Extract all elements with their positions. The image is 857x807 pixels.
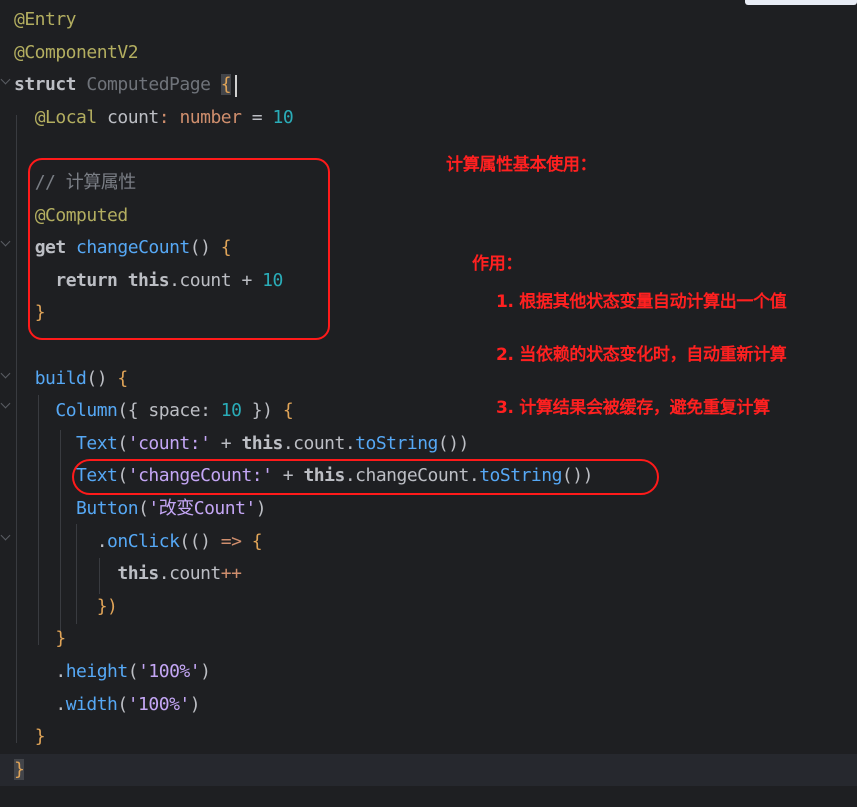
code-token: ComputedPage [86,74,221,96]
code-line[interactable]: this.count++ [14,558,242,590]
annotation-point-2: 2. 当依赖的状态变化时，自动重新计算 [496,345,787,365]
code-token: ()) [437,432,470,454]
annotation-point-3: 3. 计算结果会被缓存，避免重复计算 [496,398,770,418]
code-token: ++ [220,563,242,585]
code-token: ( [117,693,128,715]
code-token: => [220,530,252,552]
text-cursor [235,75,237,97]
code-token: ) [255,498,267,519]
code-token: { [251,530,263,552]
code-token: = [241,106,273,128]
code-line[interactable]: Column({ space: 10 }) { [14,395,293,427]
code-line[interactable]: struct ComputedPage { [14,69,232,101]
code-token: }) [96,595,118,617]
code-line[interactable]: @ComponentV2 [14,37,139,69]
code-token: Text [76,432,118,454]
changecount-highlight-box [72,459,659,495]
code-token: }) [241,400,283,422]
code-token: @Local [34,106,98,128]
code-line[interactable]: build() { [14,363,129,395]
code-token: ({ space: [117,400,221,422]
code-token: .count. [282,432,356,454]
scroll-indicator[interactable] [745,0,857,5]
code-token: this [241,432,283,454]
code-token: 10 [272,106,294,128]
code-token: number [179,106,242,128]
code-line[interactable]: .height('100%') [14,656,211,688]
code-token: { [220,74,232,96]
code-editor[interactable]: @Entry @ComponentV2 struct ComputedPage { … [0,0,857,807]
code-token: } [34,726,46,748]
annotation-purpose: 作用： [472,254,523,274]
code-token: ( [138,498,149,519]
code-token: width [65,693,118,715]
code-token: '100%' [138,661,201,682]
code-token: ( [127,661,139,682]
code-line[interactable]: .onClick(() => { [14,526,263,558]
code-token: + [210,432,242,454]
code-token: 10 [220,400,242,422]
code-line[interactable]: }) [14,591,118,623]
code-token: (() [179,530,221,552]
code-token: this [117,563,159,585]
code-token: count [96,106,159,128]
code-token: . [14,693,66,715]
code-token: '改变Count' [148,498,256,519]
code-token: ) [189,693,201,715]
code-token: { [282,400,294,422]
code-token: Button [76,498,139,519]
code-token: Column [55,400,118,422]
code-token: @ComponentV2 [14,41,139,63]
code-token: onClick [107,530,180,552]
code-line[interactable]: } [14,721,46,753]
code-token: . [14,661,66,682]
code-token: } [14,758,25,780]
annotation-title: 计算属性基本使用： [446,155,597,175]
code-line[interactable]: @Local count: number = 10 [14,102,294,134]
computed-highlight-box [28,158,330,340]
code-token: build [34,367,87,389]
code-token: () [86,367,118,389]
code-line[interactable]: @Entry [14,4,77,36]
code-token: } [55,628,66,650]
code-token: . [14,530,108,552]
code-token: 'count:' [127,432,211,454]
code-token: : [158,106,180,128]
code-token: ( [117,432,128,454]
code-token: @Entry [14,9,77,30]
code-token: struct [14,74,87,96]
code-token: ) [200,661,211,682]
code-token: .count [158,563,222,585]
code-line[interactable]: } [14,623,66,655]
annotation-point-1: 1. 根据其他状态变量自动计算出一个值 [496,292,787,312]
code-line[interactable]: Button('改变Count') [14,493,267,525]
code-line[interactable]: .width('100%') [14,689,200,721]
code-token: '100%' [127,693,191,715]
code-token: { [117,367,128,389]
code-token: height [65,661,129,682]
code-line[interactable]: Text('count:' + this.count.toString()) [14,428,469,460]
code-token: toString [355,432,438,454]
code-line[interactable]: } [0,753,857,786]
